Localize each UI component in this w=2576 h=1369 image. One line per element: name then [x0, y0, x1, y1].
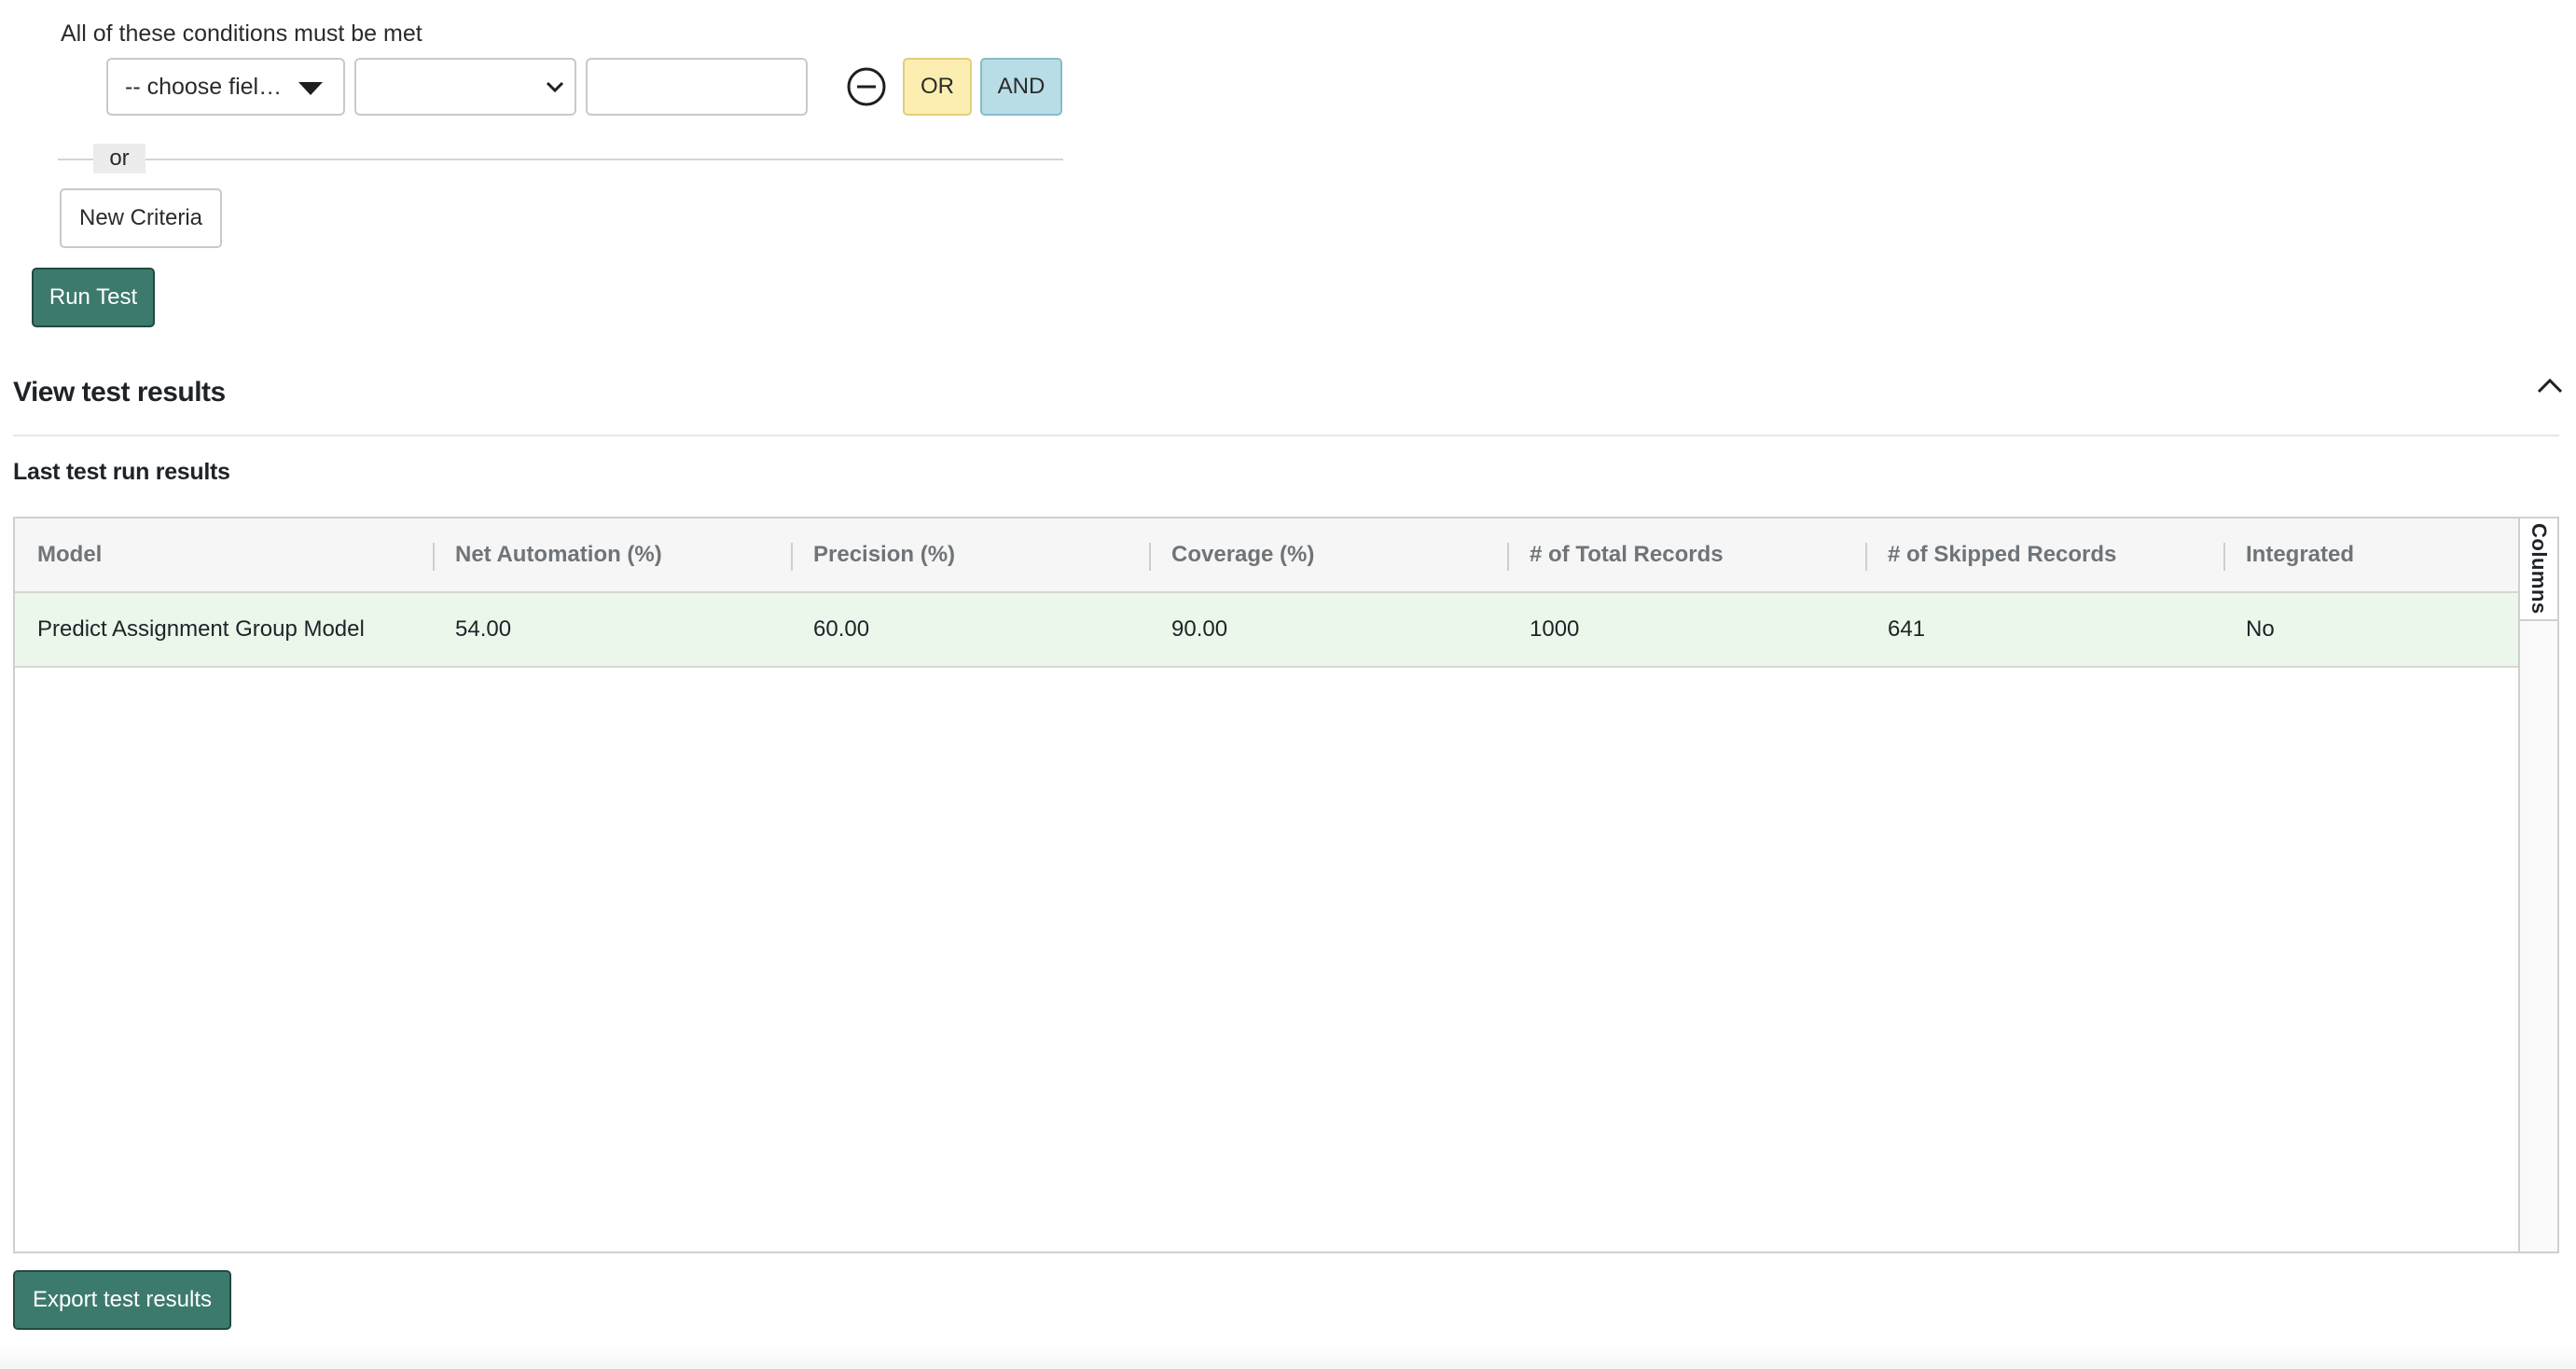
column-separator[interactable] — [791, 543, 793, 571]
or-divider — [58, 159, 1063, 160]
cell-precision: 60.00 — [813, 616, 870, 642]
cell-model: Predict Assignment Group Model — [37, 616, 365, 642]
grid-header: Model Net Automation (%) Precision (%) C… — [15, 519, 2518, 593]
column-header-net-automation[interactable]: Net Automation (%) — [455, 519, 662, 591]
cell-total-records: 1000 — [1530, 616, 1580, 642]
cell-coverage: 90.00 — [1171, 616, 1228, 642]
value-input[interactable] — [586, 58, 808, 116]
column-header-integrated[interactable]: Integrated — [2246, 519, 2354, 591]
column-separator[interactable] — [1865, 543, 1867, 571]
results-subtitle: Last test run results — [13, 459, 230, 485]
column-separator[interactable] — [433, 543, 435, 571]
or-button[interactable]: OR — [903, 58, 972, 116]
or-separator-label: or — [93, 144, 145, 173]
cell-integrated: No — [2246, 616, 2275, 642]
cell-net-automation: 54.00 — [455, 616, 512, 642]
bottom-edge — [0, 1345, 2576, 1369]
and-button[interactable]: AND — [980, 58, 1062, 116]
caret-down-icon — [298, 82, 323, 95]
conditions-title: All of these conditions must be met — [61, 21, 422, 47]
columns-tab-label: Columns — [2528, 523, 2551, 615]
chevron-up-icon[interactable] — [2533, 373, 2567, 399]
chevron-down-icon — [546, 81, 564, 93]
column-header-total-records[interactable]: # of Total Records — [1530, 519, 1724, 591]
run-test-button[interactable]: Run Test — [32, 268, 155, 327]
grid-side-bar: Columns — [2518, 519, 2557, 1251]
new-criteria-button[interactable]: New Criteria — [60, 188, 222, 248]
export-results-button[interactable]: Export test results — [13, 1270, 231, 1330]
cell-skipped-records: 641 — [1888, 616, 1926, 642]
column-separator[interactable] — [1149, 543, 1151, 571]
column-separator[interactable] — [2223, 543, 2225, 571]
field-select[interactable]: -- choose fiel… — [106, 58, 345, 116]
column-header-coverage[interactable]: Coverage (%) — [1171, 519, 1314, 591]
section-divider — [13, 435, 2559, 436]
section-title: View test results — [13, 377, 226, 408]
columns-tab[interactable]: Columns — [2520, 519, 2557, 621]
field-select-value: -- choose fiel… — [125, 73, 283, 100]
operator-select[interactable] — [354, 58, 576, 116]
column-header-skipped-records[interactable]: # of Skipped Records — [1888, 519, 2116, 591]
results-grid: Model Net Automation (%) Precision (%) C… — [13, 517, 2559, 1253]
table-row[interactable]: Predict Assignment Group Model 54.00 60.… — [15, 593, 2518, 668]
minus-circle-icon[interactable] — [845, 65, 888, 108]
column-header-precision[interactable]: Precision (%) — [813, 519, 955, 591]
column-header-model[interactable]: Model — [37, 519, 102, 591]
column-separator[interactable] — [1507, 543, 1509, 571]
